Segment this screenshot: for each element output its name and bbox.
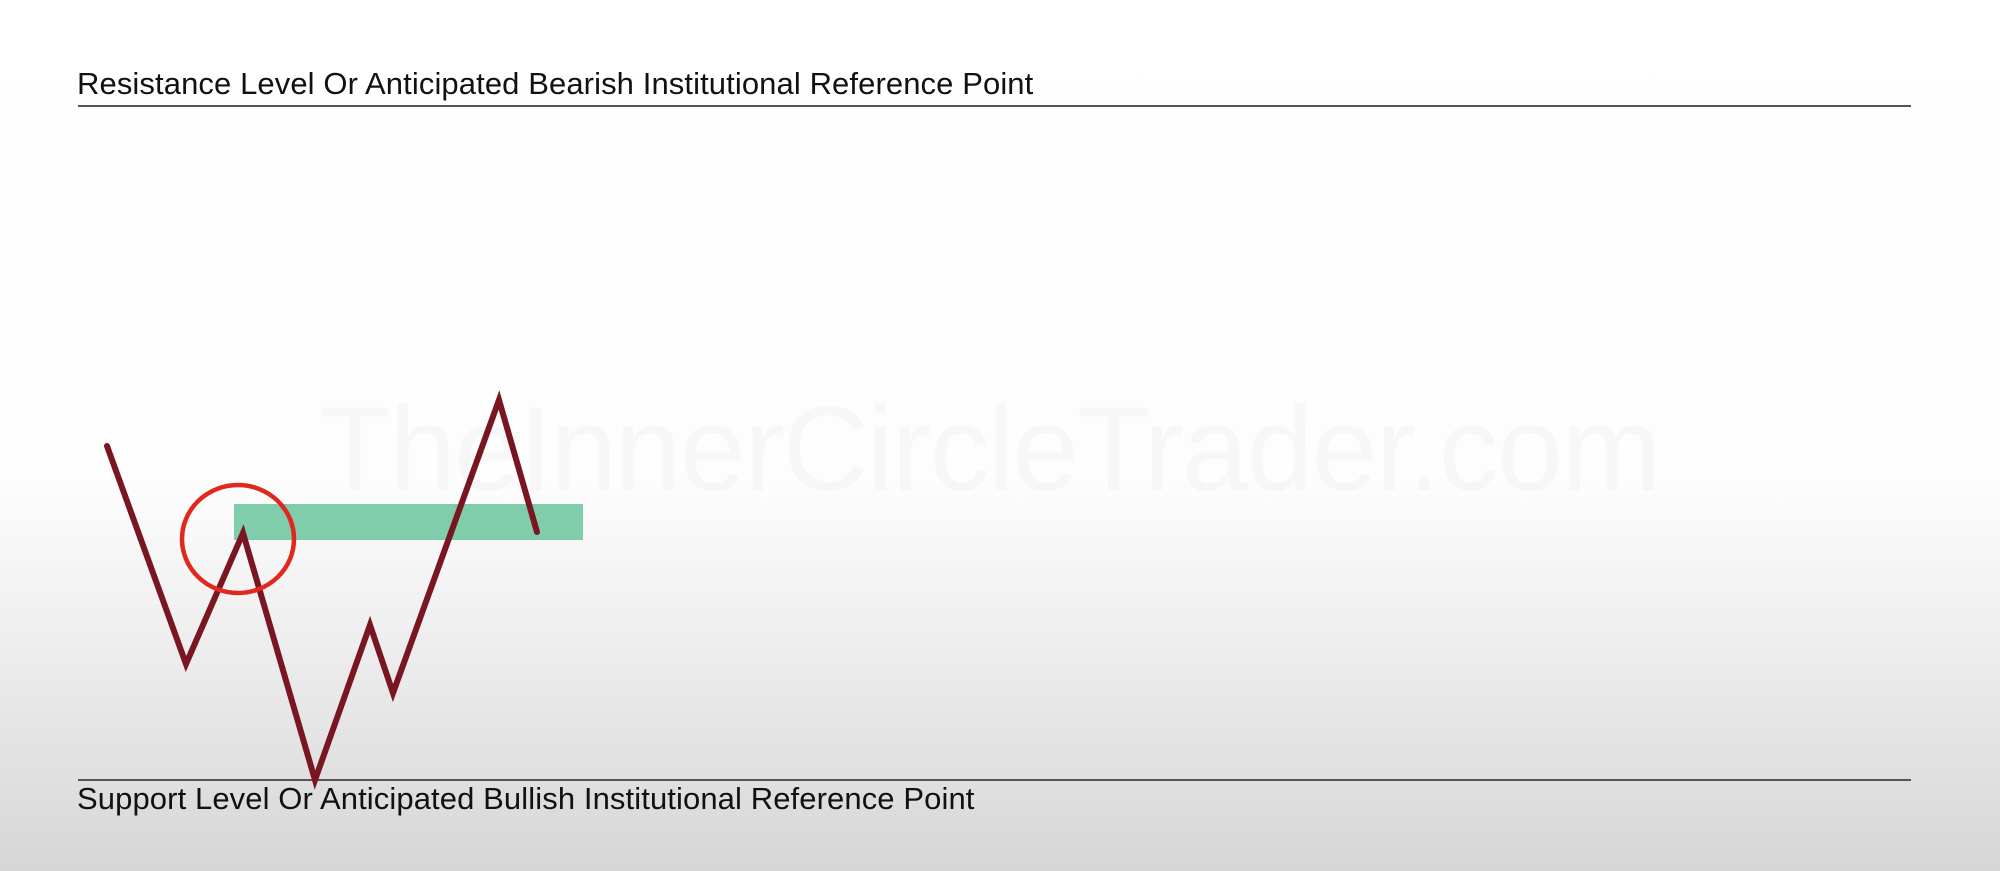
resistance-label: Resistance Level Or Anticipated Bearish … xyxy=(77,66,1034,101)
support-label: Support Level Or Anticipated Bullish Ins… xyxy=(77,781,975,816)
watermark-text: TheInnerCircleTrader.com xyxy=(318,380,1659,518)
